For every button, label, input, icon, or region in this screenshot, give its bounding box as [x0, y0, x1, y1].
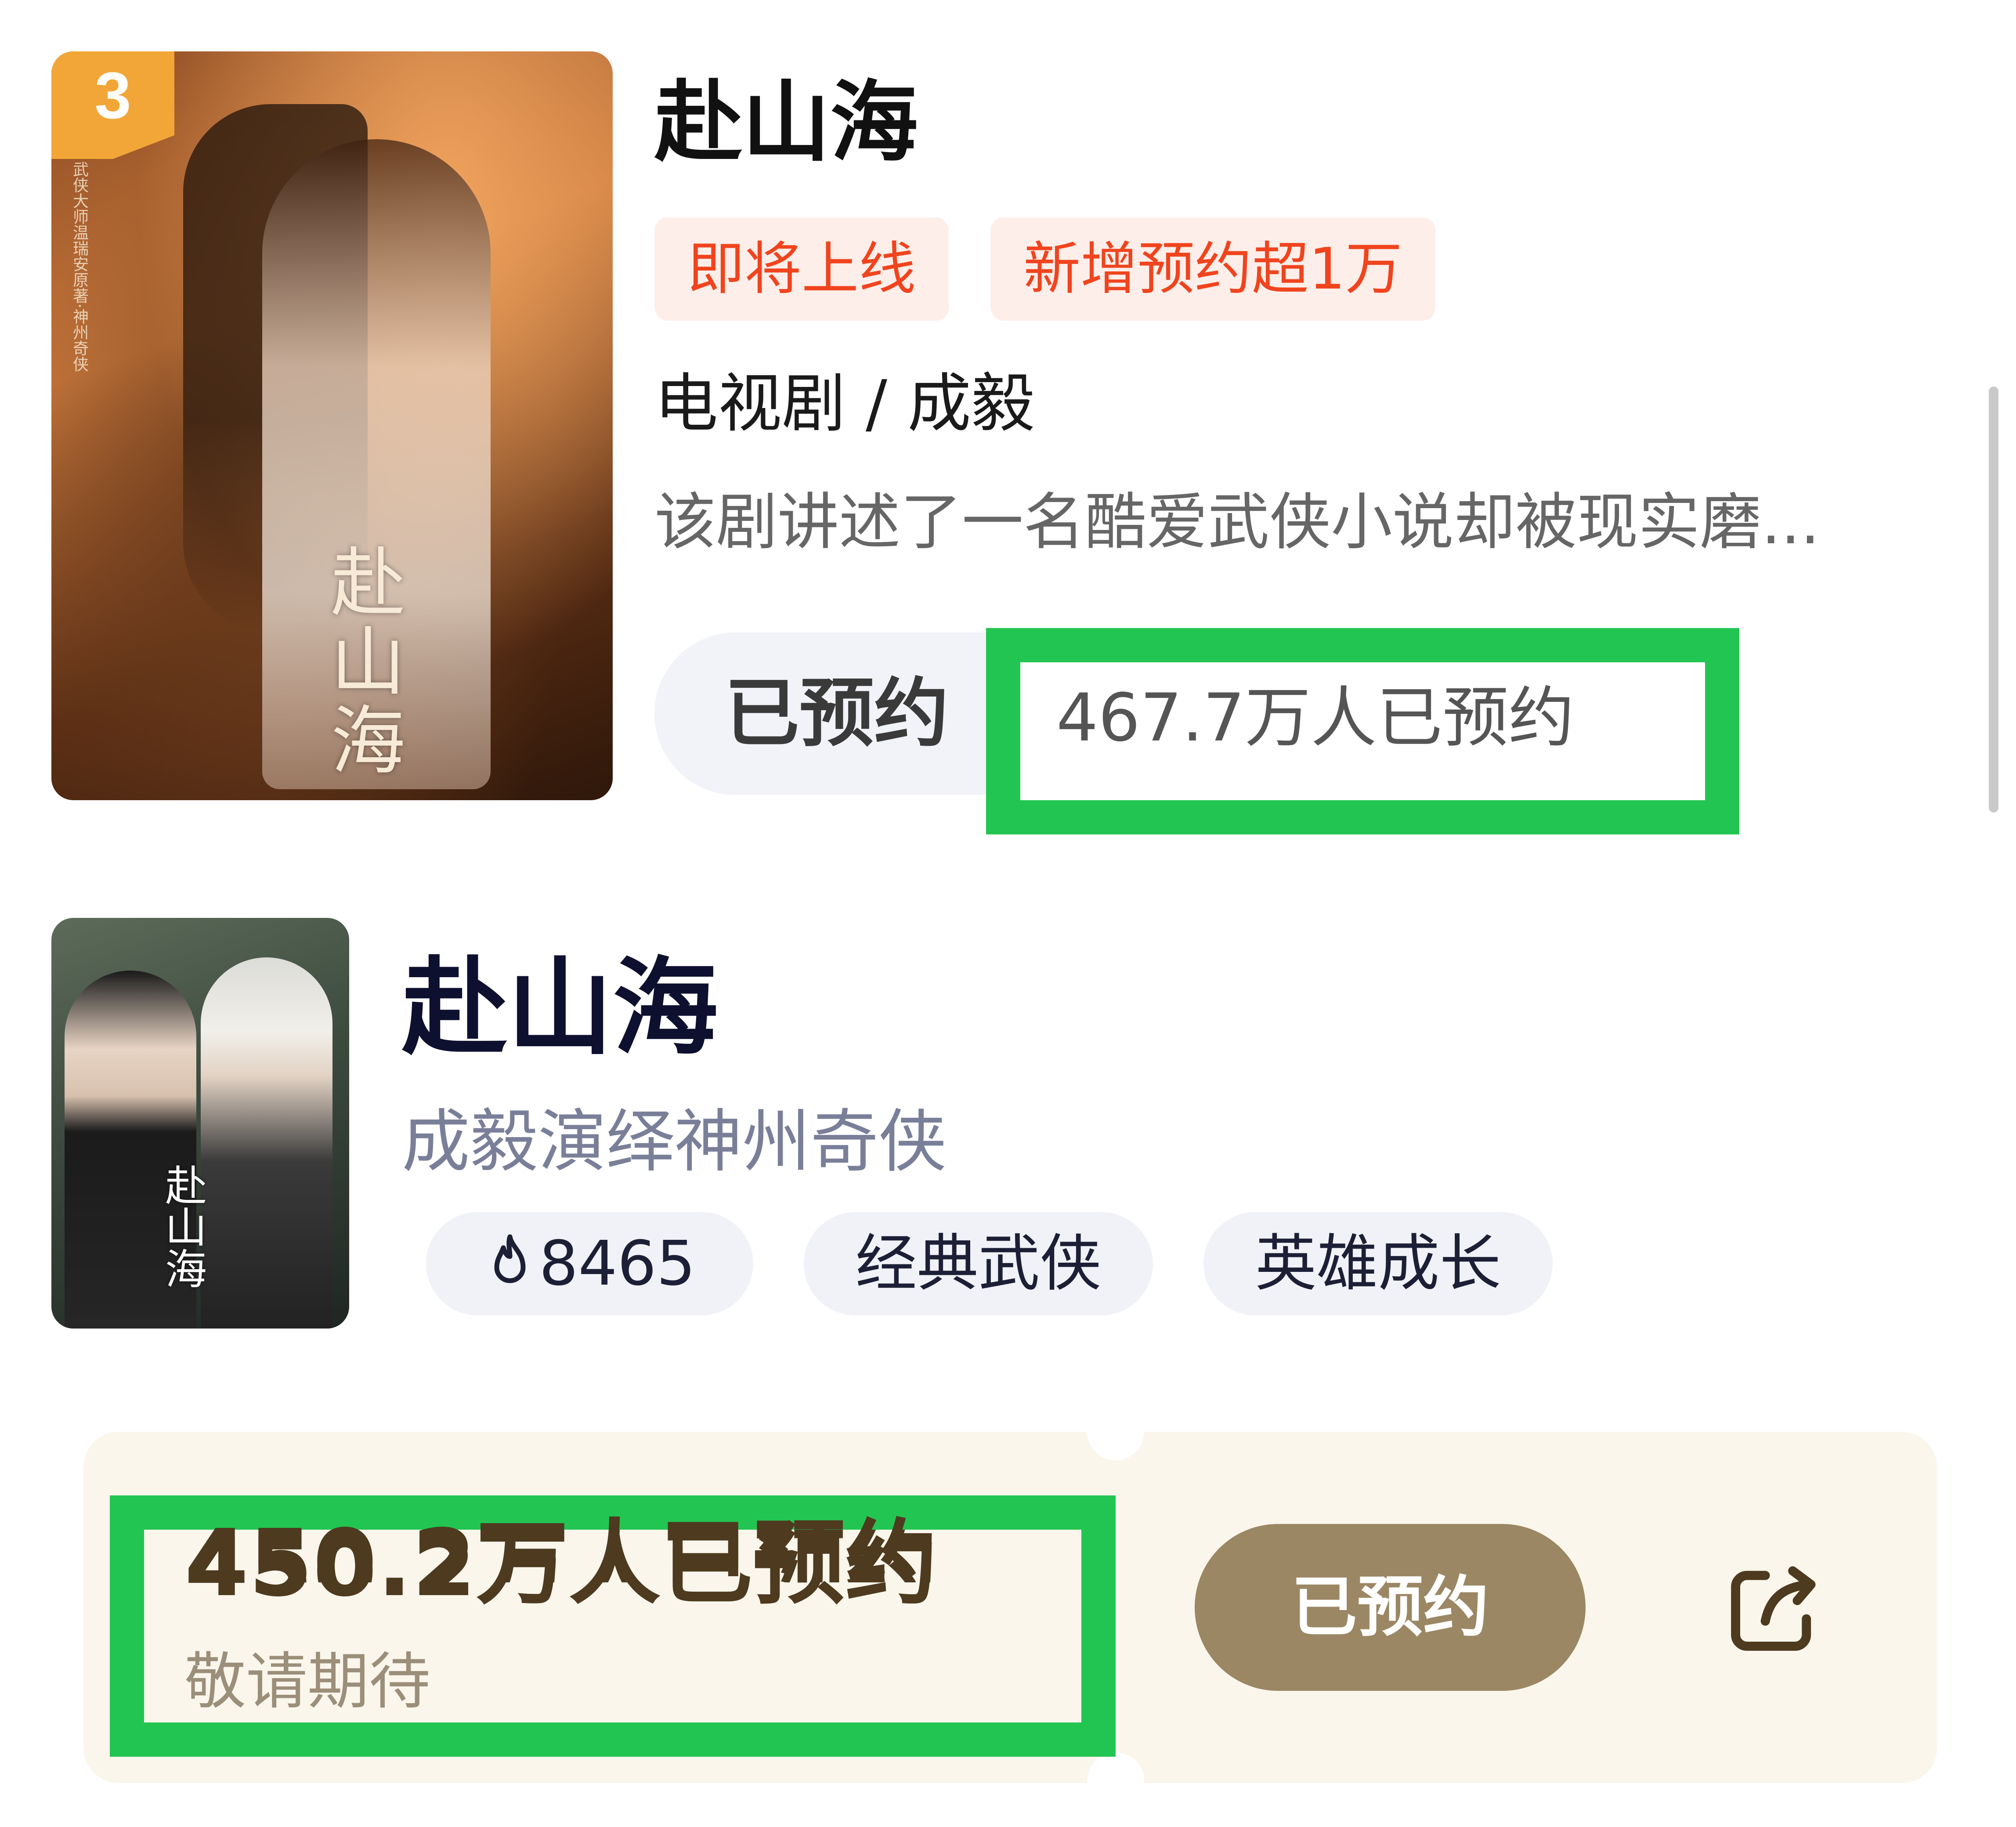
heat-chip[interactable]: 8465	[426, 1212, 753, 1315]
genre-chip[interactable]: 英雄成长	[1203, 1212, 1553, 1315]
poster-image-1[interactable]: 武侠大师温瑞安原著·神州奇侠 赴山海	[51, 51, 613, 800]
show-title[interactable]: 赴山海	[654, 66, 918, 180]
share-icon[interactable]	[1717, 1550, 1832, 1665]
scrollbar[interactable]	[1989, 386, 1998, 812]
ticket-notch	[1087, 1752, 1144, 1809]
flame-icon	[494, 1234, 526, 1283]
tag-new-reservations: 新增预约超1万	[990, 217, 1435, 321]
show-meta: 电视剧 / 成毅	[654, 367, 1035, 441]
show-description: 该剧讲述了一名酷爱武侠小说却被现实磨...	[654, 487, 1820, 558]
show-title[interactable]: 赴山海	[402, 944, 718, 1072]
stay-tuned-text: 敬请期待	[184, 1646, 431, 1718]
reservation-count: 467.7万人已预约	[1056, 680, 1575, 756]
poster-side-text: 武侠大师温瑞安原著·神州奇侠	[70, 161, 88, 372]
poster-figure-right	[201, 957, 332, 1329]
genre-chip[interactable]: 经典武侠	[804, 1212, 1153, 1315]
poster-calligraphy: 赴山海	[158, 1164, 206, 1289]
tag-coming-soon: 即将上线	[654, 217, 949, 321]
ticket-notch	[1087, 1403, 1144, 1460]
reservation-count: 450.2万人已预约	[184, 1509, 938, 1617]
show-subtitle: 成毅演绎神州奇侠	[402, 1102, 947, 1181]
poster-calligraphy: 赴山海	[318, 543, 405, 780]
heat-value: 8465	[539, 1228, 696, 1300]
reserved-button[interactable]: 已预约	[1195, 1524, 1586, 1691]
poster-image-2[interactable]: 赴山海	[51, 918, 349, 1329]
reserved-button-label: 已预约	[725, 670, 949, 757]
